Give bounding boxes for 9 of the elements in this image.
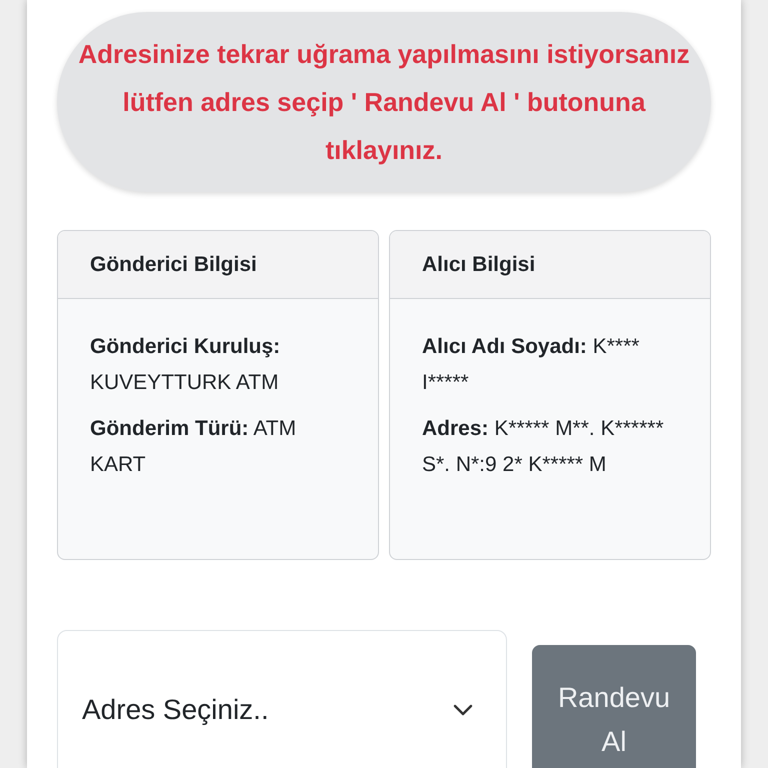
chevron-down-icon	[452, 703, 474, 717]
notice-message: Adresinize tekrar uğrama yapılmasını istiyorsanız lütfen adres seçip ' Randevu Al ' butonuna tıklayınız.	[57, 12, 711, 192]
info-text: Gönderim Türü: ATM KART	[90, 416, 298, 478]
info-text: Alıcı Adı Soyadı: K**** I*****	[422, 334, 640, 396]
address-dropdown[interactable]: Adres Seçiniz..	[57, 630, 507, 768]
card-header: Alıcı Bilgisi	[390, 231, 710, 299]
card-header: Gönderici Bilgisi	[58, 231, 378, 299]
info-text: Adres: K***** M**. K****** S*. N*:9 2* K***** M	[422, 416, 665, 478]
info-text: Gönderici Kuruluş: KUVEYTTURK ATM	[90, 334, 282, 396]
